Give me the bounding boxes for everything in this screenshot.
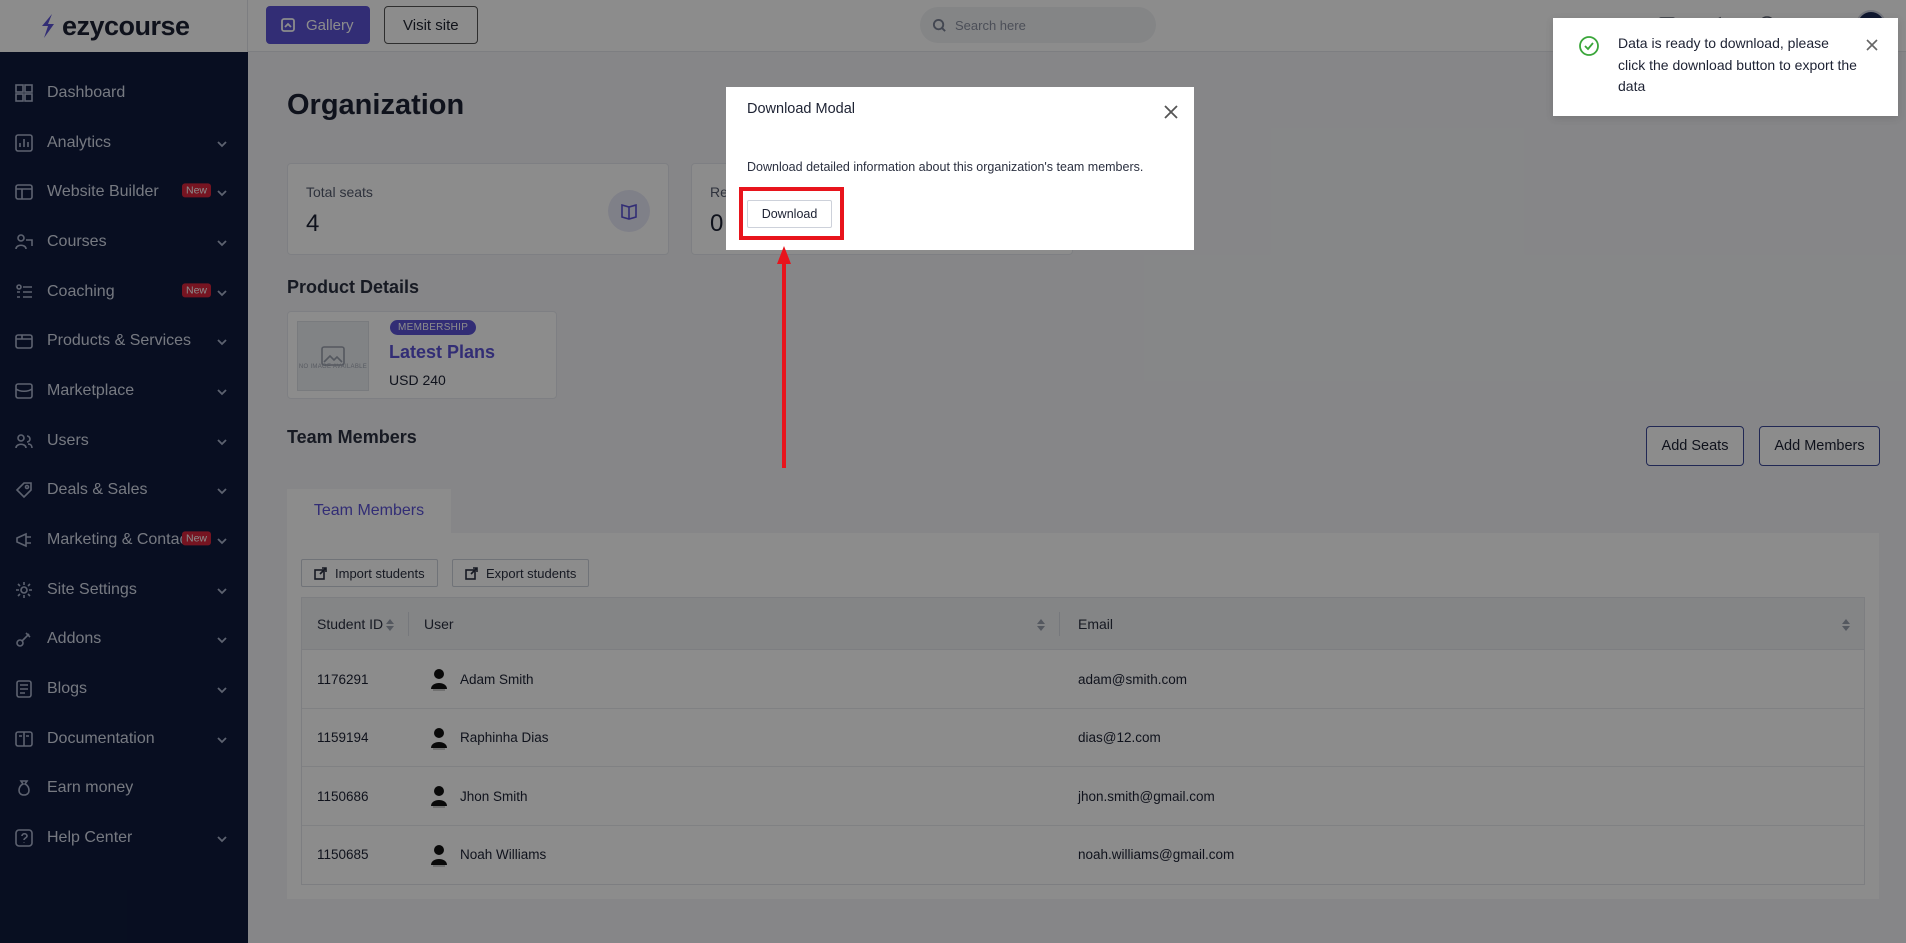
close-icon[interactable] — [1866, 38, 1878, 51]
highlight-box — [739, 187, 844, 240]
toast-notification: Data is ready to download, please click … — [1553, 18, 1898, 116]
modal-title: Download Modal — [747, 101, 856, 117]
arrow-up-icon — [777, 246, 791, 468]
toast-message: Data is ready to download, please click … — [1618, 35, 1857, 94]
modal-description: Download detailed information about this… — [747, 160, 1144, 174]
close-icon[interactable] — [1164, 105, 1178, 119]
check-circle-icon — [1578, 35, 1600, 57]
